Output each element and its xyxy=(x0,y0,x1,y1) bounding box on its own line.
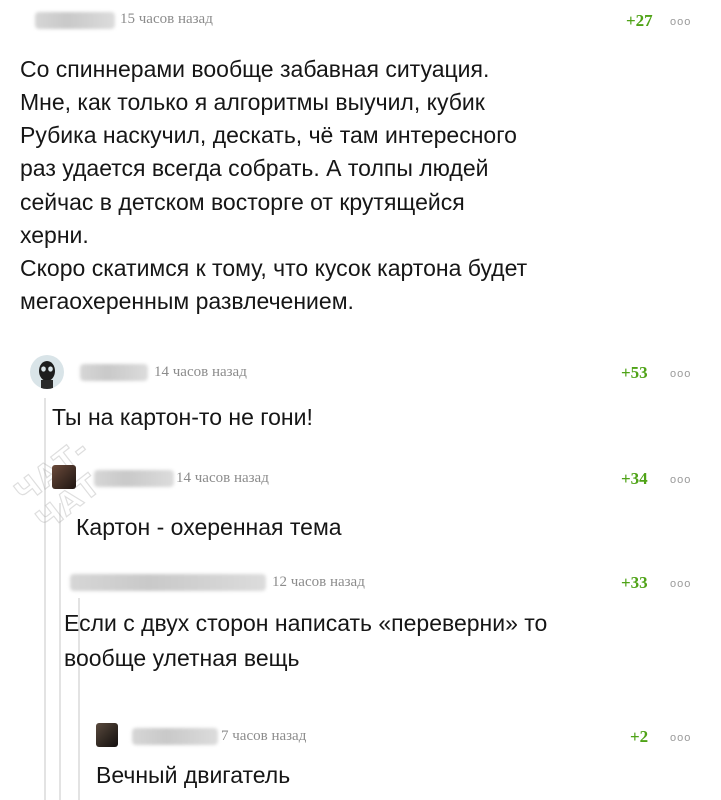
comment-text-line: мегаохеренным развлечением. xyxy=(20,288,354,314)
comment-time[interactable]: 14 часов назад xyxy=(176,470,269,487)
comment-text-line: вообще улетная вещь xyxy=(64,645,300,671)
comment-text-line: Если с двух сторон написать «переверни» … xyxy=(64,610,548,636)
comment-1: 15 часов назад +27 ooo Со спиннерами воо… xyxy=(0,0,721,345)
username-blurred[interactable] xyxy=(94,470,174,487)
more-options-icon[interactable]: ooo xyxy=(670,578,691,590)
comment-text-line: Ты на картон-то не гони! xyxy=(52,404,313,430)
username-blurred[interactable] xyxy=(80,364,148,381)
comment-time[interactable]: 7 часов назад xyxy=(221,728,306,745)
more-options-icon[interactable]: ooo xyxy=(670,732,691,744)
more-options-icon[interactable]: ooo xyxy=(670,368,691,380)
username-blurred[interactable] xyxy=(132,728,218,745)
avatar[interactable] xyxy=(52,465,76,489)
comment-time[interactable]: 12 часов назад xyxy=(272,574,365,591)
comment-rating: +2 xyxy=(630,727,649,746)
username-blurred[interactable] xyxy=(35,12,115,29)
comment-text-line: раз удается всегда собрать. А толпы люде… xyxy=(20,155,489,181)
comment-text-line: Вечный двигатель xyxy=(96,762,291,788)
comment-time[interactable]: 14 часов назад xyxy=(154,364,247,381)
comment-rating: +27 xyxy=(626,11,653,30)
avatar[interactable] xyxy=(96,723,118,747)
comment-text-line: херни. xyxy=(20,222,89,248)
comment-rating: +53 xyxy=(621,363,648,382)
comment-rating: +34 xyxy=(621,469,648,488)
avatar-mask-icon xyxy=(39,361,55,389)
thread-line xyxy=(59,503,61,800)
more-options-icon[interactable]: ooo xyxy=(670,474,691,486)
comment-text-line: Со спиннерами вообще забавная ситуация. xyxy=(20,56,490,82)
comment-text-line: Мне, как только я алгоритмы выучил, куби… xyxy=(20,89,485,115)
more-options-icon[interactable]: ooo xyxy=(670,16,691,28)
comment-rating: +33 xyxy=(621,573,648,592)
username-blurred[interactable] xyxy=(70,574,266,591)
avatar[interactable] xyxy=(30,355,64,389)
comment-text-line: Картон - охеренная тема xyxy=(76,514,342,540)
comment-text-line: Скоро скатимся к тому, что кусок картона… xyxy=(20,255,528,281)
comment-time[interactable]: 15 часов назад xyxy=(120,11,213,28)
comment-text-line: Рубика наскучил, дескать, чё там интерес… xyxy=(20,122,517,148)
comment-text-line: сейчас в детском восторге от крутящейся xyxy=(20,189,465,215)
